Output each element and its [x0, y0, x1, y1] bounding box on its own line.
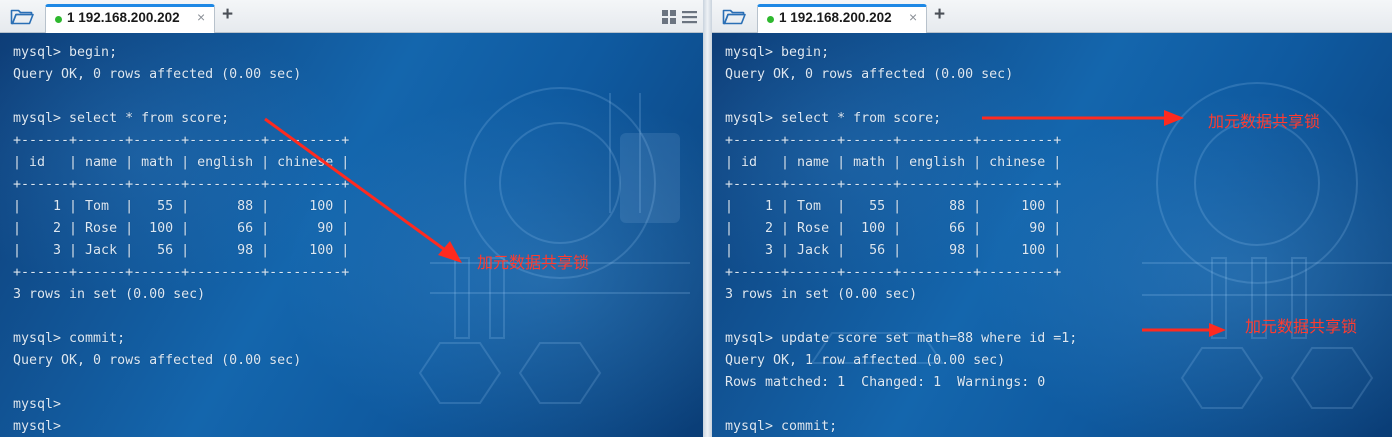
annotation-arrow: [264, 117, 462, 263]
annotation-arrow: [982, 110, 1226, 337]
session-tab[interactable]: 1 192.168.200.202 ×: [45, 4, 215, 33]
close-icon[interactable]: ×: [909, 9, 917, 25]
connected-status-dot: [55, 16, 62, 23]
session-tab[interactable]: 1 192.168.200.202 ×: [757, 4, 927, 33]
new-tab-button[interactable]: +: [934, 4, 945, 26]
annotation-label: 加元数据共享锁: [1208, 112, 1321, 131]
tab-label: 1 192.168.200.202: [67, 10, 180, 25]
close-icon[interactable]: ×: [197, 9, 205, 25]
folder-open-icon[interactable]: [722, 7, 746, 25]
terminal-output[interactable]: mysql> begin; Query OK, 0 rows affected …: [0, 33, 703, 437]
grid-list-icon[interactable]: [662, 9, 698, 25]
pane-divider[interactable]: [703, 0, 712, 437]
tab-bar: 1 192.168.200.202 × +: [0, 0, 703, 33]
terminal-output[interactable]: mysql> begin; Query OK, 0 rows affected …: [712, 33, 1392, 437]
annotation-label: 加元数据共享锁: [477, 253, 590, 272]
connected-status-dot: [767, 16, 774, 23]
right-terminal-pane: 1 192.168.200.202 × + mysql> begin; Quer…: [712, 0, 1392, 437]
tab-bar: 1 192.168.200.202 × +: [712, 0, 1392, 33]
new-tab-button[interactable]: +: [222, 4, 233, 26]
tab-label: 1 192.168.200.202: [779, 10, 892, 25]
left-terminal-pane: 1 192.168.200.202 × + mysql> begin; Quer…: [0, 0, 703, 437]
folder-open-icon[interactable]: [10, 7, 34, 25]
annotation-label: 加元数据共享锁: [1245, 317, 1358, 336]
